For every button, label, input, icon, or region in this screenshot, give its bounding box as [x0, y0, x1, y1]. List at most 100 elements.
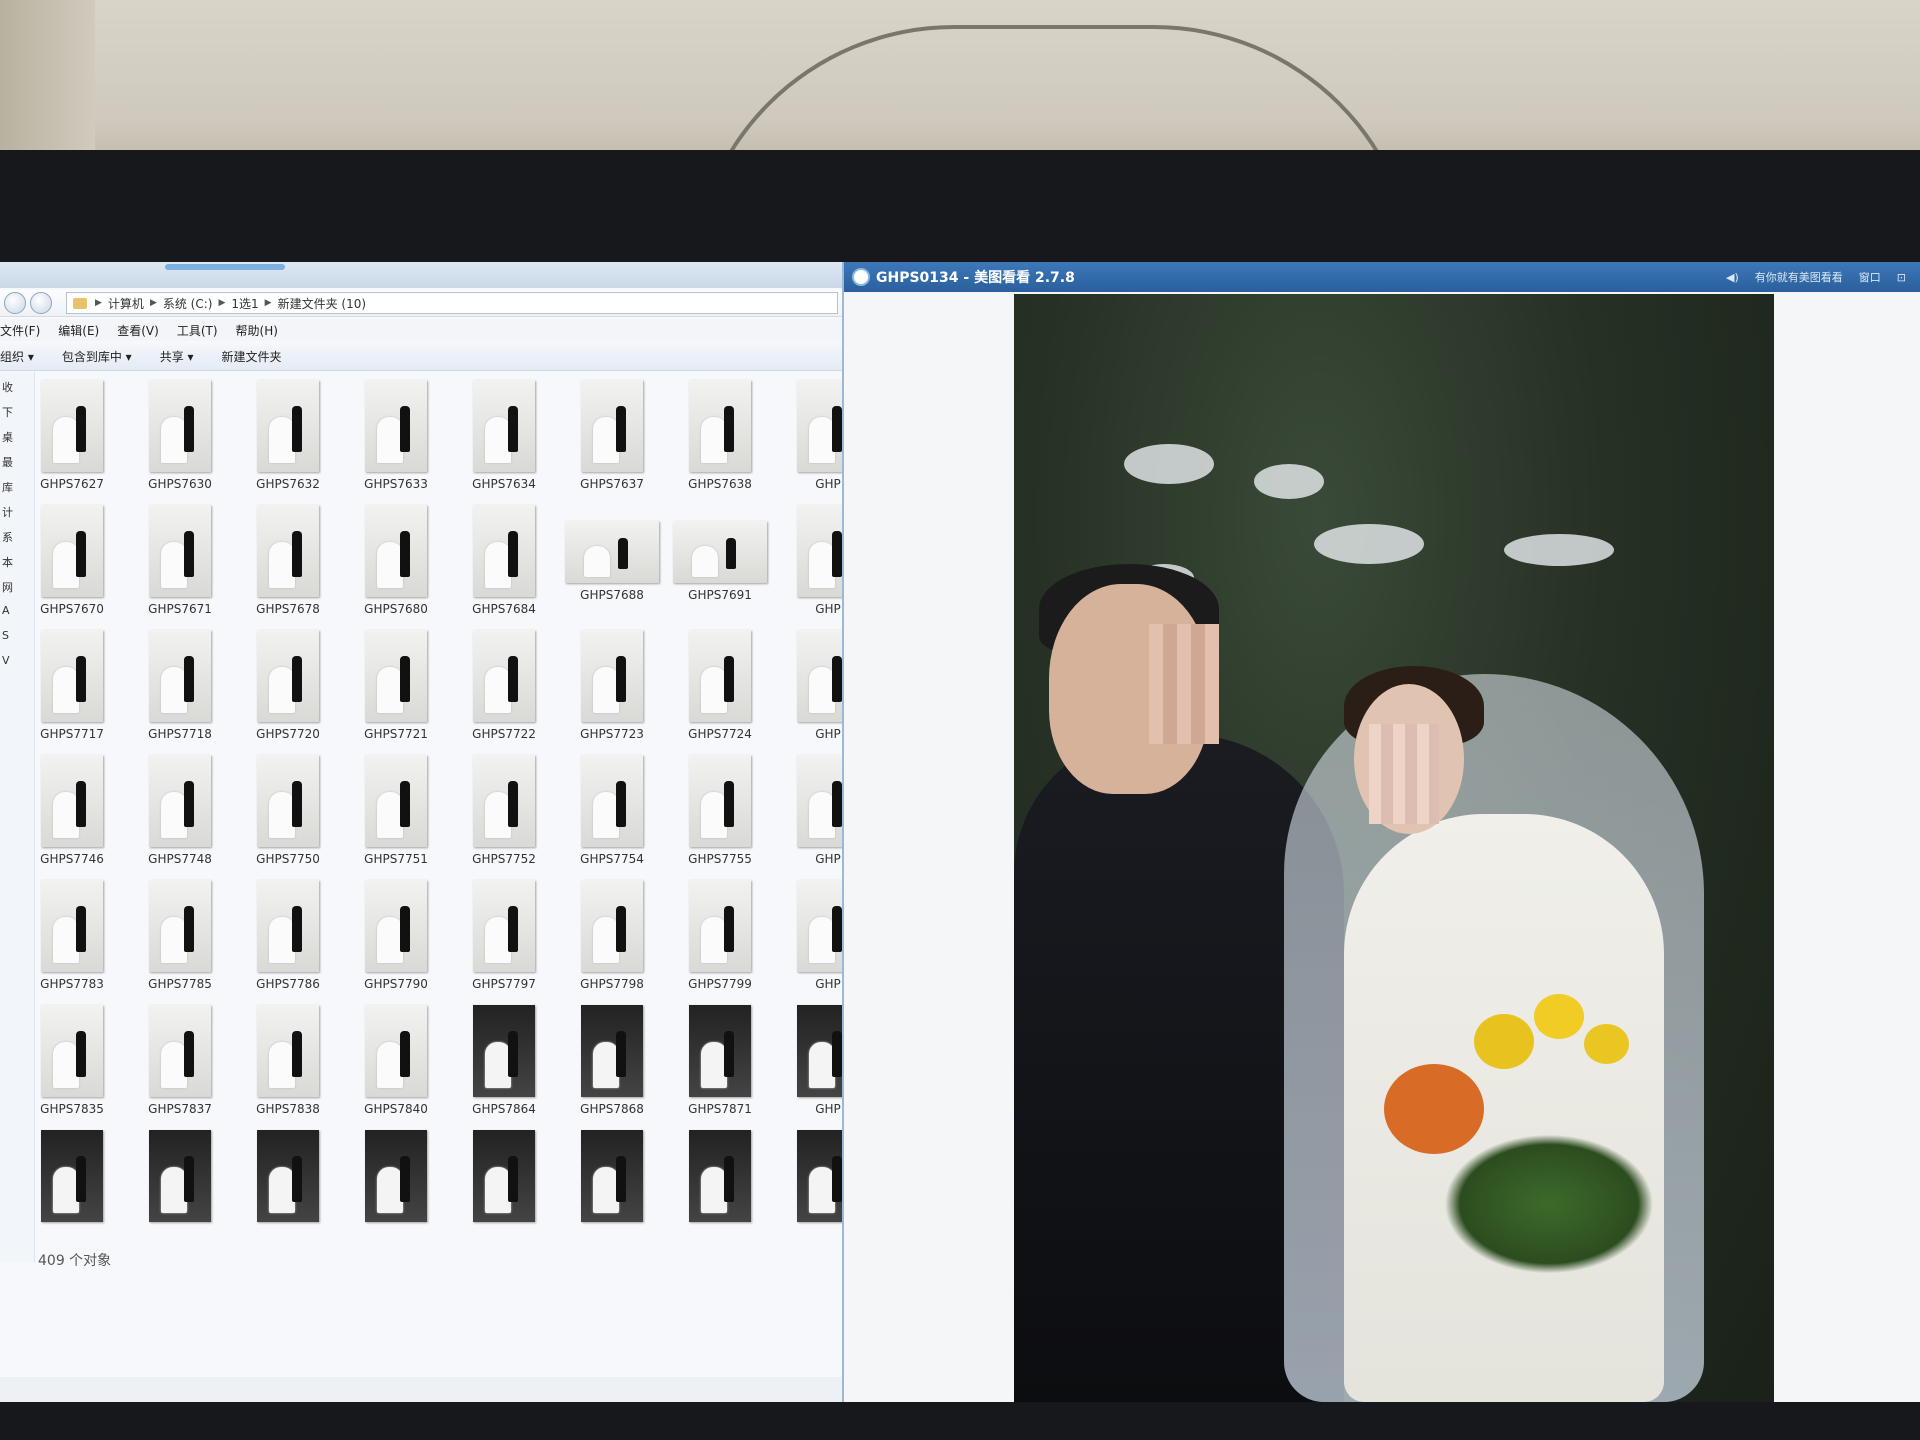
menu-edit[interactable]: 编辑(E)	[58, 322, 99, 339]
speaker-icon[interactable]: ◀)	[1726, 271, 1739, 284]
window-mode-button[interactable]: 窗口	[1859, 269, 1881, 285]
share-button[interactable]: 共享 ▾	[160, 348, 194, 365]
file-thumbnail[interactable]: GHPS7720	[234, 624, 342, 749]
file-thumbnail[interactable]: GHPS7684	[450, 499, 558, 624]
forward-button[interactable]	[30, 292, 52, 314]
wedding-photo[interactable]	[1014, 294, 1774, 1402]
file-thumbnail[interactable]	[774, 1124, 842, 1249]
file-thumbnail[interactable]: GHPS7723	[558, 624, 666, 749]
file-thumbnail[interactable]	[18, 1124, 126, 1249]
file-thumbnail[interactable]	[126, 1124, 234, 1249]
thumbnail-groom	[615, 905, 626, 952]
file-thumbnail[interactable]	[558, 1124, 666, 1249]
file-thumbnail[interactable]: GHPS7718	[126, 624, 234, 749]
file-thumbnail[interactable]: GHPS7638	[666, 374, 774, 499]
file-thumbnail[interactable]: GHPS7724	[666, 624, 774, 749]
file-thumbnail[interactable]: GHPS7722	[450, 624, 558, 749]
file-thumbnail[interactable]: GHP	[774, 874, 842, 999]
file-thumbnail[interactable]: GHPS7751	[342, 749, 450, 874]
breadcrumb[interactable]: ▶ 计算机 ▶ 系统 (C:) ▶ 1选1 ▶ 新建文件夹 (10)	[66, 292, 838, 314]
file-thumbnail[interactable]: GHPS7670	[18, 499, 126, 624]
breadcrumb-current[interactable]: 新建文件夹 (10)	[278, 295, 366, 312]
file-name: GHPS7838	[256, 1102, 320, 1116]
image-thumbnail-icon	[257, 630, 319, 722]
menu-view[interactable]: 查看(V)	[117, 322, 159, 339]
thumbnail-bride	[691, 545, 718, 577]
file-thumbnail[interactable]: GHP	[774, 624, 842, 749]
file-thumbnail[interactable]: GHPS7871	[666, 999, 774, 1124]
file-name: GHPS7722	[472, 727, 536, 741]
file-thumbnail[interactable]: GHPS7630	[126, 374, 234, 499]
image-thumbnail-icon	[473, 1005, 535, 1097]
image-thumbnail-icon	[41, 630, 103, 722]
file-thumbnail[interactable]: GHP	[774, 999, 842, 1124]
breadcrumb-folder[interactable]: 1选1	[231, 295, 258, 312]
thumbnail-groom	[399, 405, 410, 452]
item-count-status: 409 个对象	[38, 1253, 112, 1269]
file-thumbnail[interactable]: GHPS7634	[450, 374, 558, 499]
file-thumbnail[interactable]	[450, 1124, 558, 1249]
thumbnail-groom	[831, 530, 842, 577]
file-thumbnail[interactable]: GHPS7868	[558, 999, 666, 1124]
file-thumbnail[interactable]: GHPS7835	[18, 999, 126, 1124]
file-thumbnail[interactable]: GHPS7864	[450, 999, 558, 1124]
file-thumbnail[interactable]: GHPS7785	[126, 874, 234, 999]
file-thumbnail[interactable]: GHPS7838	[234, 999, 342, 1124]
menu-file[interactable]: 文件(F)	[0, 322, 40, 339]
thumbnail-groom	[399, 1030, 410, 1077]
file-thumbnail[interactable]: GHPS7797	[450, 874, 558, 999]
menu-tools[interactable]: 工具(T)	[177, 322, 218, 339]
organize-button[interactable]: 组织 ▾	[0, 348, 34, 365]
file-thumbnail[interactable]: GHP	[774, 749, 842, 874]
include-in-library-button[interactable]: 包含到库中 ▾	[62, 348, 132, 365]
file-thumbnail[interactable]: GHPS7748	[126, 749, 234, 874]
image-thumbnail-icon	[365, 380, 427, 472]
thumbnail-groom	[507, 405, 518, 452]
image-thumbnail-icon	[365, 1130, 427, 1222]
file-thumbnail[interactable]: GHPS7746	[18, 749, 126, 874]
image-thumbnail-icon	[41, 880, 103, 972]
image-thumbnail-icon	[365, 505, 427, 597]
file-thumbnail[interactable]: GHPS7688	[558, 499, 666, 624]
chevron-right-icon: ▶	[218, 298, 226, 308]
file-thumbnail[interactable]: GHPS7721	[342, 624, 450, 749]
file-thumbnail[interactable]: GHP	[774, 499, 842, 624]
file-name: GHPS7627	[40, 477, 104, 491]
file-thumbnail[interactable]: GHPS7680	[342, 499, 450, 624]
file-thumbnail[interactable]: GHPS7752	[450, 749, 558, 874]
file-thumbnail[interactable]	[234, 1124, 342, 1249]
back-button[interactable]	[4, 292, 26, 314]
menu-help[interactable]: 帮助(H)	[236, 322, 278, 339]
file-thumbnail[interactable]: GHPS7750	[234, 749, 342, 874]
file-thumbnail[interactable]: GHPS7786	[234, 874, 342, 999]
file-thumbnail[interactable]: GHPS7678	[234, 499, 342, 624]
file-thumbnail[interactable]: GHPS7798	[558, 874, 666, 999]
thumbnail-groom	[75, 405, 86, 452]
file-thumbnail[interactable]: GHPS7837	[126, 999, 234, 1124]
image-thumbnail-icon	[797, 630, 842, 722]
breadcrumb-drive[interactable]: 系统 (C:)	[163, 295, 213, 312]
file-thumbnail[interactable]: GHPS7717	[18, 624, 126, 749]
file-thumbnail[interactable]: GHPS7755	[666, 749, 774, 874]
file-thumbnail[interactable]: GHPS7632	[234, 374, 342, 499]
file-thumbnail[interactable]: GHPS7754	[558, 749, 666, 874]
file-thumbnail[interactable]: GHPS7790	[342, 874, 450, 999]
image-thumbnail-icon	[473, 630, 535, 722]
file-name: GHPS7634	[472, 477, 536, 491]
breadcrumb-computer[interactable]: 计算机	[108, 295, 144, 312]
file-thumbnail[interactable]: GHPS7671	[126, 499, 234, 624]
file-thumbnail[interactable]: GHPS7627	[18, 374, 126, 499]
new-folder-button[interactable]: 新建文件夹	[222, 348, 282, 365]
file-thumbnail[interactable]: GHPS7637	[558, 374, 666, 499]
fullscreen-icon[interactable]: ⊡	[1897, 271, 1906, 284]
image-thumbnail-icon	[581, 1005, 643, 1097]
file-thumbnail[interactable]	[666, 1124, 774, 1249]
file-thumbnail[interactable]: GHPS7783	[18, 874, 126, 999]
file-thumbnail[interactable]: GHPS7799	[666, 874, 774, 999]
file-thumbnail[interactable]	[342, 1124, 450, 1249]
file-thumbnail[interactable]: GHPS7633	[342, 374, 450, 499]
file-thumbnail[interactable]: GHPS7691	[666, 499, 774, 624]
file-thumbnail[interactable]: GHPS7840	[342, 999, 450, 1124]
file-thumbnail[interactable]: GHP	[774, 374, 842, 499]
photo-light-spot	[1314, 524, 1424, 564]
